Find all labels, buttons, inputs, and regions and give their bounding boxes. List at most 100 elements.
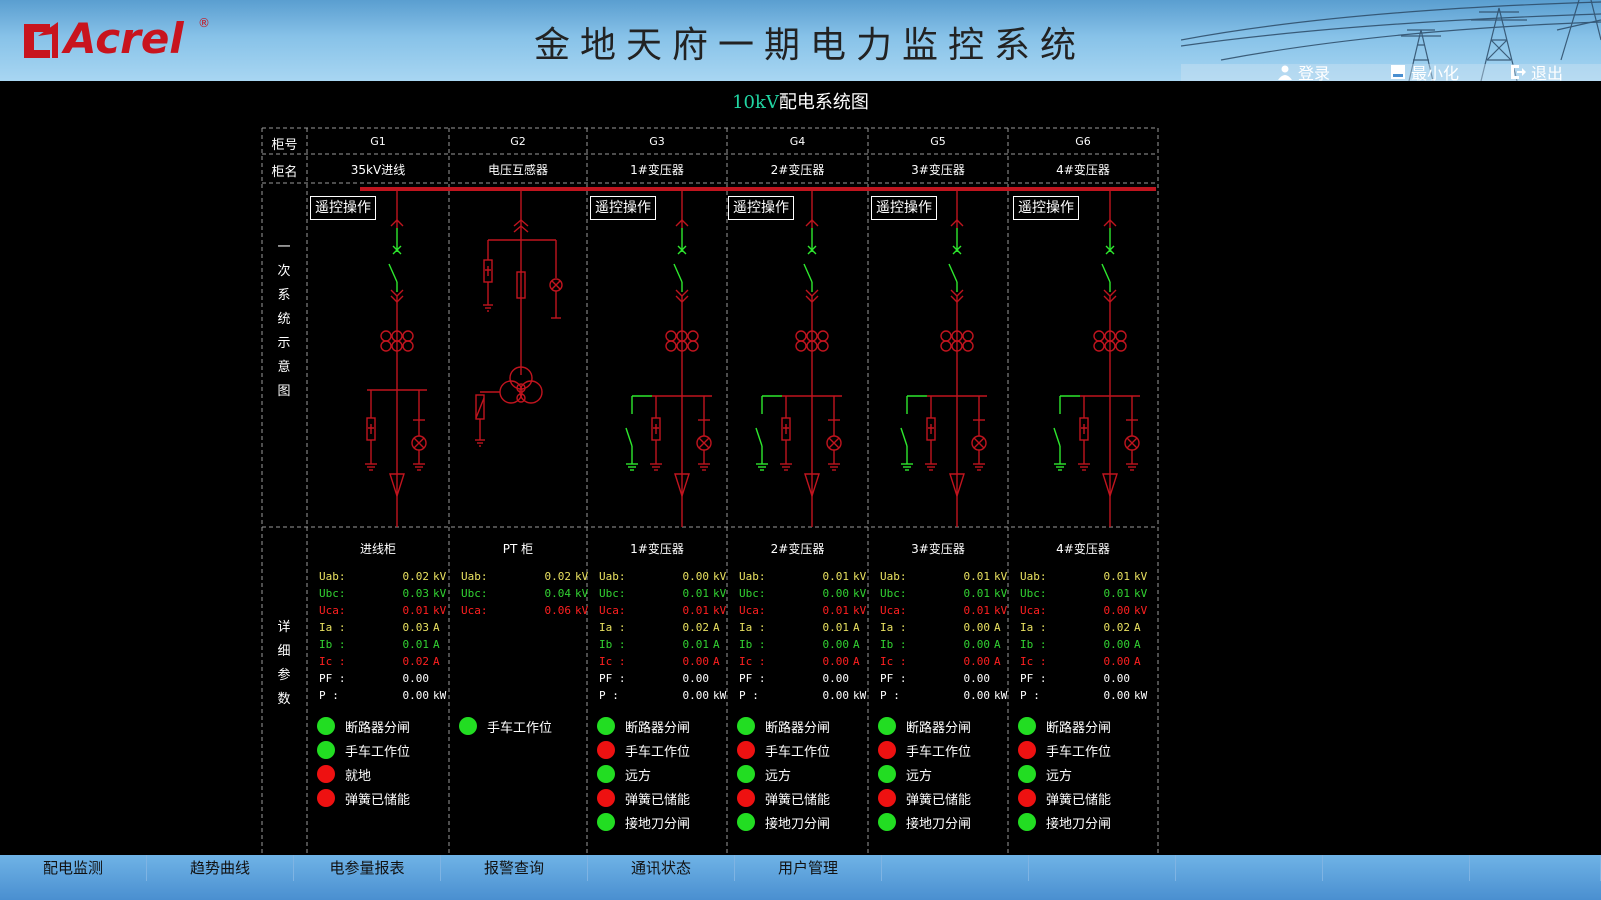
param-row: Uab: 0.02 kV: [319, 568, 446, 585]
param-key: Uca:: [461, 604, 488, 617]
nav-item[interactable]: 电参量报表: [294, 855, 441, 881]
param-value: 0.00: [402, 689, 430, 702]
param-key: Uab:: [319, 570, 346, 583]
status-label: 断路器分闸: [765, 720, 831, 736]
param-value: 0.03: [402, 587, 430, 600]
param-value: 0.02: [1103, 621, 1131, 634]
param-unit: A: [713, 638, 720, 651]
param-row: Uab: 0.00 kV: [599, 568, 726, 585]
param-row: Ib : 0.01 A: [319, 636, 441, 653]
param-panel: 2#变压器 Uab: 0.01 kV Ubc: 0.00 kV Uca: 0.01 kV Ia :0…: [727, 540, 868, 840]
nav-item[interactable]: 报警查询: [441, 855, 588, 881]
nav-item[interactable]: 通讯状态: [588, 855, 735, 881]
param-unit: kV: [994, 587, 1008, 600]
param-key: PF :: [880, 672, 907, 685]
section-char: 详: [277, 620, 291, 635]
feeder-symbol: [1053, 191, 1140, 527]
param-unit: kV: [1134, 604, 1148, 617]
param-row: Ib : 0.00 A: [739, 636, 860, 653]
param-key: Ia :: [739, 621, 766, 634]
cabinet-name: 电压互感器: [487, 163, 548, 177]
panel-title: PT 柜: [502, 542, 534, 556]
nav-item[interactable]: [882, 855, 1029, 881]
nav-item[interactable]: [1323, 855, 1470, 881]
param-key: Ubc:: [739, 587, 766, 600]
status-dot-icon: [878, 717, 896, 735]
cabinet-no: G4: [789, 135, 806, 148]
remote-operation-button[interactable]: 遥控操作: [310, 196, 376, 220]
status-label: 手车工作位: [765, 744, 831, 760]
param-value: 0.01: [822, 621, 850, 634]
param-value: 0.00: [963, 655, 991, 668]
status-indicator: 远方: [1018, 764, 1072, 784]
cabinet-no: G6: [1075, 135, 1091, 148]
param-key: Uca:: [880, 604, 907, 617]
param-unit: kV: [853, 570, 867, 583]
param-value: 0.00: [682, 570, 710, 583]
section-char: 细: [277, 644, 291, 659]
section-char: 意: [277, 360, 291, 375]
section-char: 图: [277, 384, 291, 399]
status-dot-icon: [878, 813, 896, 831]
remote-operation-button[interactable]: 遥控操作: [728, 196, 794, 220]
status-dot-icon: [1018, 765, 1036, 783]
param-row: Ubc: 0.03 kV: [319, 585, 446, 602]
status-label: 弹簧已储能: [1046, 792, 1112, 808]
param-row: Ic : 0.00 A: [880, 653, 1001, 670]
param-key: Uca:: [1020, 604, 1047, 617]
param-value: 0.01: [682, 604, 710, 617]
param-unit: kV: [713, 570, 727, 583]
param-key: P :: [880, 689, 900, 702]
nav-item[interactable]: [1470, 855, 1601, 881]
panel-title: 2#变压器: [770, 542, 825, 556]
status-dot-icon: [1018, 717, 1036, 735]
nav-item[interactable]: [1029, 855, 1176, 881]
status-dot-icon: [878, 741, 896, 759]
cabinet-name: 4#变压器: [1056, 163, 1110, 177]
param-value: 0.01: [963, 570, 991, 583]
param-row: Uab: 0.01 kV: [739, 568, 866, 585]
status-label: 手车工作位: [1046, 744, 1112, 760]
param-unit: A: [713, 621, 720, 634]
remote-operation-button[interactable]: 遥控操作: [1013, 196, 1079, 220]
param-key: P :: [739, 689, 759, 702]
param-value: 0.02: [682, 621, 710, 634]
remote-operation-button[interactable]: 遥控操作: [590, 196, 656, 220]
param-row: P : 0.00 kW: [739, 687, 866, 704]
param-value: 0.01: [682, 587, 710, 600]
param-value: 0.06: [544, 604, 572, 617]
param-value: 0.00: [963, 621, 991, 634]
param-row: Ic : 0.00 A: [739, 653, 860, 670]
cabinet-name: 1#变压器: [630, 163, 684, 177]
status-dot-icon: [317, 717, 335, 735]
param-value: 0.00: [963, 672, 991, 685]
param-value: 0.00: [822, 655, 850, 668]
status-indicator: 手车工作位: [737, 740, 830, 760]
status-indicator: 远方: [737, 764, 791, 784]
pt-cabinet-symbol: [475, 191, 563, 447]
status-label: 接地刀分闸: [765, 816, 831, 832]
param-key: Ib :: [599, 638, 626, 651]
status-dot-icon: [317, 741, 335, 759]
param-row: Ib : 0.00 A: [1020, 636, 1150, 653]
nav-item[interactable]: [1176, 855, 1323, 881]
remote-operation-button[interactable]: 遥控操作: [871, 196, 937, 220]
param-value: 0.01: [1103, 587, 1131, 600]
cabinet-name: 35kV进线: [350, 163, 406, 177]
param-value: 0.01: [963, 604, 991, 617]
nav-item[interactable]: 趋势曲线: [147, 855, 294, 881]
param-row: Ic : 0.00 A: [1020, 653, 1150, 670]
param-key: Ia :: [599, 621, 626, 634]
nav-item[interactable]: 用户管理: [735, 855, 882, 881]
param-key: Ubc:: [880, 587, 907, 600]
param-unit: kW: [1134, 689, 1148, 702]
cabinet-no: G1: [370, 135, 386, 148]
feeder-symbol: [625, 191, 712, 527]
status-dot-icon: [1018, 789, 1036, 807]
nav-item[interactable]: 配电监测: [0, 855, 147, 881]
param-key: Ubc:: [319, 587, 346, 600]
feeder-symbols: [365, 191, 1140, 527]
status-label: 远方: [906, 768, 933, 784]
status-dot-icon: [737, 789, 755, 807]
bottom-nav: 配电监测 趋势曲线 电参量报表 报警查询 通讯状态 用户管理: [0, 855, 1601, 900]
